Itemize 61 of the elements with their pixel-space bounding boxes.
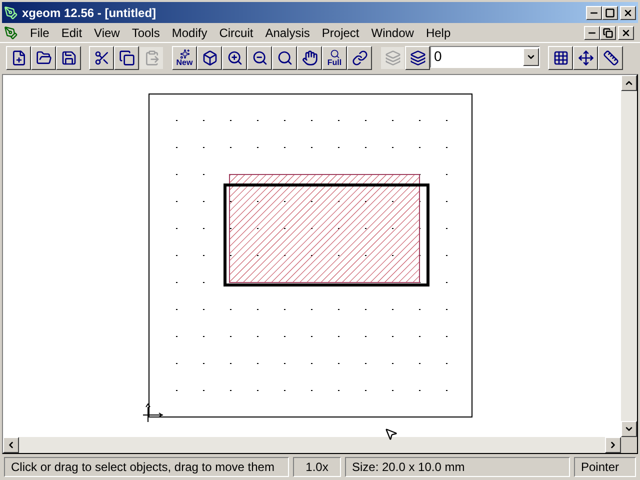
- status-pane: Click or drag to select objects, drag to move them: [4, 457, 289, 477]
- status-pane: 1.0x: [293, 457, 341, 477]
- menu-item[interactable]: File: [24, 24, 56, 42]
- menu-item[interactable]: Help: [420, 24, 457, 42]
- move-arrows-icon: [578, 50, 594, 66]
- close-button[interactable]: [618, 26, 634, 40]
- menu-item[interactable]: View: [88, 24, 126, 42]
- toolbar-button[interactable]: Full: [322, 46, 347, 70]
- folder-icon: [36, 50, 52, 66]
- ruler-icon: [602, 50, 618, 66]
- minimize-button[interactable]: [584, 26, 600, 40]
- menu-item[interactable]: Tools: [126, 24, 166, 42]
- scissors-icon: [94, 50, 110, 66]
- hand-icon: [302, 50, 318, 66]
- minimize-button[interactable]: [586, 6, 602, 20]
- new-file-icon: [10, 50, 26, 66]
- mouse-pointer-icon: [384, 427, 398, 441]
- hatched-rectangle[interactable]: [229, 174, 420, 283]
- menu-item[interactable]: Modify: [166, 24, 214, 42]
- document-icon: [4, 26, 18, 40]
- menu-item[interactable]: Edit: [55, 24, 88, 42]
- toolbar-button[interactable]: New: [172, 46, 197, 70]
- combobox-value: 0: [433, 47, 443, 66]
- menu-item[interactable]: Analysis: [259, 24, 316, 42]
- sparkle-icon: [180, 48, 190, 58]
- status-pane: Size: 20.0 x 10.0 mm: [345, 457, 570, 477]
- scroll-right-button[interactable]: [605, 437, 621, 453]
- restore-button[interactable]: [600, 26, 616, 40]
- restore-icon: [603, 28, 613, 38]
- magnifier-icon: [276, 50, 292, 66]
- close-icon: [621, 28, 631, 38]
- link-icon: [352, 50, 368, 66]
- horizontal-scrollbar[interactable]: [3, 437, 621, 453]
- menu-item[interactable]: Circuit: [213, 24, 260, 42]
- maximize-button[interactable]: [602, 6, 618, 20]
- scroll-down-button[interactable]: [621, 421, 637, 437]
- close-icon: [623, 8, 633, 18]
- layers-icon: [410, 50, 426, 66]
- menu-item[interactable]: Project: [316, 24, 366, 42]
- layer-combobox[interactable]: 0: [430, 46, 540, 68]
- zoom-out-icon: [252, 50, 268, 66]
- magnifier-icon: [330, 48, 340, 58]
- clipboard-icon: [144, 50, 160, 66]
- window-title: xgeom 12.56 - [untitled]: [22, 4, 158, 22]
- maximize-icon: [605, 8, 615, 18]
- zoom-in-icon: [226, 50, 242, 66]
- selected-rectangle[interactable]: [224, 184, 430, 286]
- origin-axes: [142, 403, 164, 422]
- layers-icon: [384, 50, 400, 66]
- scroll-left-button[interactable]: [3, 437, 19, 453]
- app-icon: [4, 6, 18, 20]
- vertical-scrollbar[interactable]: [621, 75, 637, 437]
- status-pane: Pointer: [574, 457, 636, 477]
- drawing-canvas[interactable]: [3, 75, 621, 437]
- cube-icon: [202, 50, 218, 66]
- scroll-up-button[interactable]: [621, 75, 637, 91]
- copy-icon: [118, 50, 134, 66]
- menu-item[interactable]: Window: [365, 24, 420, 42]
- close-button[interactable]: [620, 6, 636, 20]
- dropdown-button[interactable]: [523, 48, 539, 66]
- grid-icon: [552, 50, 568, 66]
